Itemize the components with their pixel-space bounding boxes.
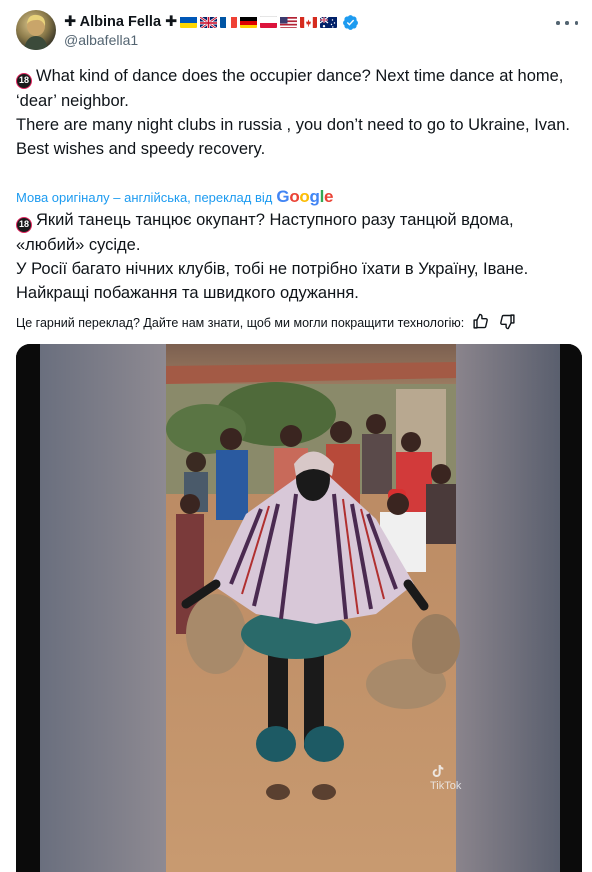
- author-name-row[interactable]: ✚ Albina Fella ✚: [64, 12, 359, 32]
- google-logo[interactable]: Google: [276, 187, 333, 207]
- more-options-button[interactable]: [556, 14, 578, 32]
- thumbs-down-icon[interactable]: [499, 313, 516, 333]
- age-restriction-18-icon: 18: [16, 217, 32, 233]
- thumbs-up-icon[interactable]: [472, 313, 489, 333]
- tweet-line: There are many night clubs in russia , y…: [16, 116, 570, 134]
- translation-feedback: Це гарний переклад? Дайте нам знати, щоб…: [16, 312, 582, 334]
- translated-line: У Росії багато нічних клубів, тобі не по…: [16, 260, 529, 278]
- tweet-video[interactable]: TikTok: [16, 344, 582, 872]
- translation-attribution[interactable]: Мова оригіналу – англійська, переклад ві…: [16, 187, 333, 207]
- translated-line: 18 Який танець танцює окупант? Наступного…: [16, 211, 514, 254]
- france-flag-icon: [220, 16, 238, 28]
- canada-flag-icon: [300, 16, 318, 28]
- verified-badge-icon[interactable]: [342, 14, 359, 31]
- translated-text: 18 Який танець танцює окупант? Наступного…: [16, 208, 582, 305]
- australia-flag-icon: [320, 16, 338, 28]
- tweet-line: 18 What kind of dance does the occupier d…: [16, 67, 564, 110]
- author-display-name[interactable]: ✚ Albina Fella ✚: [64, 14, 177, 30]
- feedback-question: Це гарний переклад? Дайте нам знати, щоб…: [16, 316, 465, 330]
- united-kingdom-flag-icon: [200, 16, 218, 28]
- poland-flag-icon: [260, 16, 278, 28]
- tiktok-icon: [432, 765, 444, 777]
- germany-flag-icon: [240, 16, 258, 28]
- tiktok-label: TikTok: [430, 780, 462, 792]
- translation-label[interactable]: Мова оригіналу – англійська, переклад ві…: [16, 190, 272, 205]
- avatar[interactable]: [16, 10, 56, 50]
- usa-flag-icon: [280, 16, 298, 28]
- tweet-text: 18 What kind of dance does the occupier d…: [16, 64, 582, 161]
- tweet-header: ✚ Albina Fella ✚ @albafella1: [16, 10, 582, 54]
- dot-icon: [556, 21, 560, 25]
- ukraine-flag-icon: [180, 16, 198, 28]
- tiktok-watermark: TikTok: [430, 762, 461, 792]
- video-frame: [16, 344, 582, 872]
- age-restriction-18-icon: 18: [16, 73, 32, 89]
- dot-icon: [574, 21, 578, 25]
- dot-icon: [565, 21, 569, 25]
- author-handle[interactable]: @albafella1: [64, 32, 138, 48]
- tweet-line: Best wishes and speedy recovery.: [16, 140, 266, 158]
- translated-line: Найкращі побажання та швидкого одужання.: [16, 284, 359, 302]
